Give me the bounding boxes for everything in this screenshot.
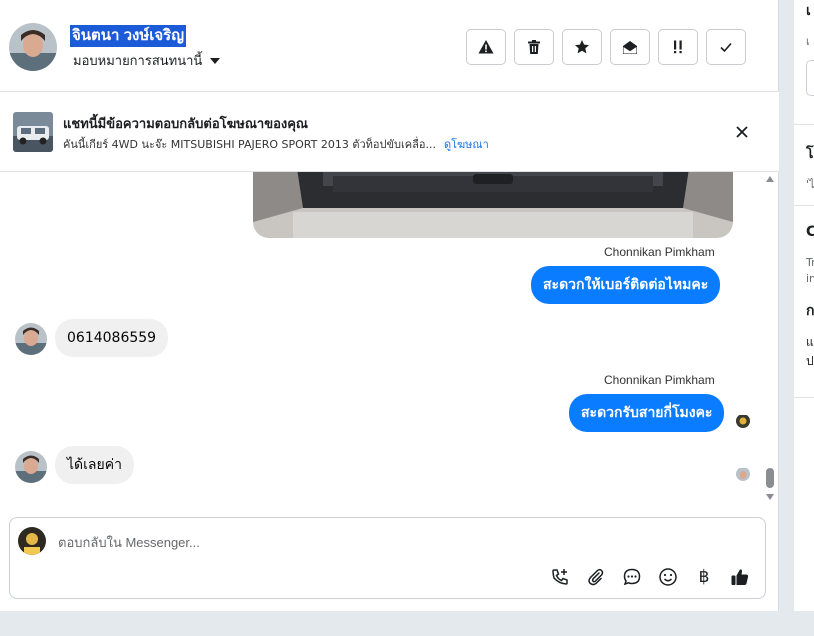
details-label: แ [806,335,814,349]
scroll-thumb[interactable] [766,468,774,488]
details-label: in [806,272,814,285]
message-composer: ฿ [9,517,766,599]
saved-replies-button[interactable] [621,566,643,588]
payment-button[interactable]: ฿ [693,566,715,588]
paperclip-icon [588,568,604,586]
composer-toolbar: ฿ [549,566,751,588]
star-button[interactable] [562,29,602,65]
reply-input[interactable] [58,532,738,552]
delete-button[interactable] [514,29,554,65]
baht-icon: ฿ [698,567,710,587]
call-plus-icon [552,569,568,585]
sender-name: Chonnikan Pimkham [604,245,715,259]
conversation-header: จินตนา วงษ์เจริญ มอบหมายการสนทนานี้ [0,0,779,92]
incoming-message[interactable]: 0614086559 [55,319,169,357]
details-heading: ก [806,303,814,319]
smiley-icon [659,568,677,586]
divider [794,205,814,206]
details-label: 'ไ [806,178,814,191]
sender-name: Chonnikan Pimkham [604,373,715,387]
details-heading: เ [806,3,811,19]
caret-down-icon [210,57,221,64]
ad-description: คันนี้เกียร์ 4WD นะจ๊ะ MITSUBISHI PAJERO… [63,138,436,151]
scroll-down-arrow-icon[interactable] [766,494,774,500]
priority-icon [674,40,682,54]
details-heading: C [806,224,814,240]
close-icon [736,126,748,138]
ad-thumbnail[interactable] [13,112,53,152]
contact-details-panel: เ เ โ 'ไ C Tr in ก แ ป [794,0,814,611]
contact-avatar-small[interactable] [15,451,47,483]
call-button[interactable] [549,566,571,588]
contact-avatar[interactable] [9,23,57,71]
details-label: เ [806,35,810,48]
ad-banner-subtitle: คันนี้เกียร์ 4WD นะจ๊ะ MITSUBISHI PAJERO… [63,135,489,153]
attach-button[interactable] [585,566,607,588]
view-ad-link[interactable]: ดูโฆษณา [444,138,489,151]
check-icon [720,42,732,53]
mark-done-button[interactable] [706,29,746,65]
conversation-actions [466,29,746,65]
assign-label: มอบหมายการสนทนานี้ [73,54,203,69]
envelope-open-icon [623,41,637,54]
warning-icon [478,40,494,54]
details-label: Tr [806,256,814,269]
incoming-message[interactable]: ได้เลยค่า [55,446,134,484]
scroll-up-arrow-icon[interactable] [766,176,774,182]
priority-button[interactable] [658,29,698,65]
message-scrollbar[interactable] [764,172,776,506]
details-heading: โ [806,146,814,162]
assign-conversation-dropdown[interactable]: มอบหมายการสนทนานี้ [73,50,221,71]
ad-reply-banner: แชทนี้มีข้อความตอบกลับต่อโฆษณาของคุณ คัน… [0,92,779,172]
star-icon [575,40,589,54]
seen-indicator-avatar [736,467,750,481]
thumbs-up-icon [731,569,749,585]
seen-indicator-avatar [736,414,750,428]
report-button[interactable] [466,29,506,65]
contact-name[interactable]: จินตนา วงษ์เจริญ [70,25,187,47]
details-input[interactable] [806,60,814,96]
chat-bubble-icon [623,568,641,586]
like-button[interactable] [729,566,751,588]
divider [794,397,814,398]
conversation-panel: จินตนา วงษ์เจริญ มอบหมายการสนทนานี้ แชทน… [0,0,779,611]
photo-message[interactable] [253,172,733,238]
ad-banner-title: แชทนี้มีข้อความตอบกลับต่อโฆษณาของคุณ [63,117,308,132]
message-list[interactable]: Chonnikan Pimkham สะดวกให้เบอร์ติดต่อไหม… [0,172,779,506]
divider [794,124,814,125]
details-label: ป [806,354,814,368]
mark-unread-button[interactable] [610,29,650,65]
emoji-button[interactable] [657,566,679,588]
page-avatar [18,527,46,555]
outgoing-message[interactable]: สะดวกรับสายกี่โมงคะ [569,394,725,432]
contact-avatar-small[interactable] [15,323,47,355]
close-banner-button[interactable] [733,123,751,141]
trash-icon [528,40,540,54]
outgoing-message[interactable]: สะดวกให้เบอร์ติดต่อไหมคะ [531,266,721,304]
